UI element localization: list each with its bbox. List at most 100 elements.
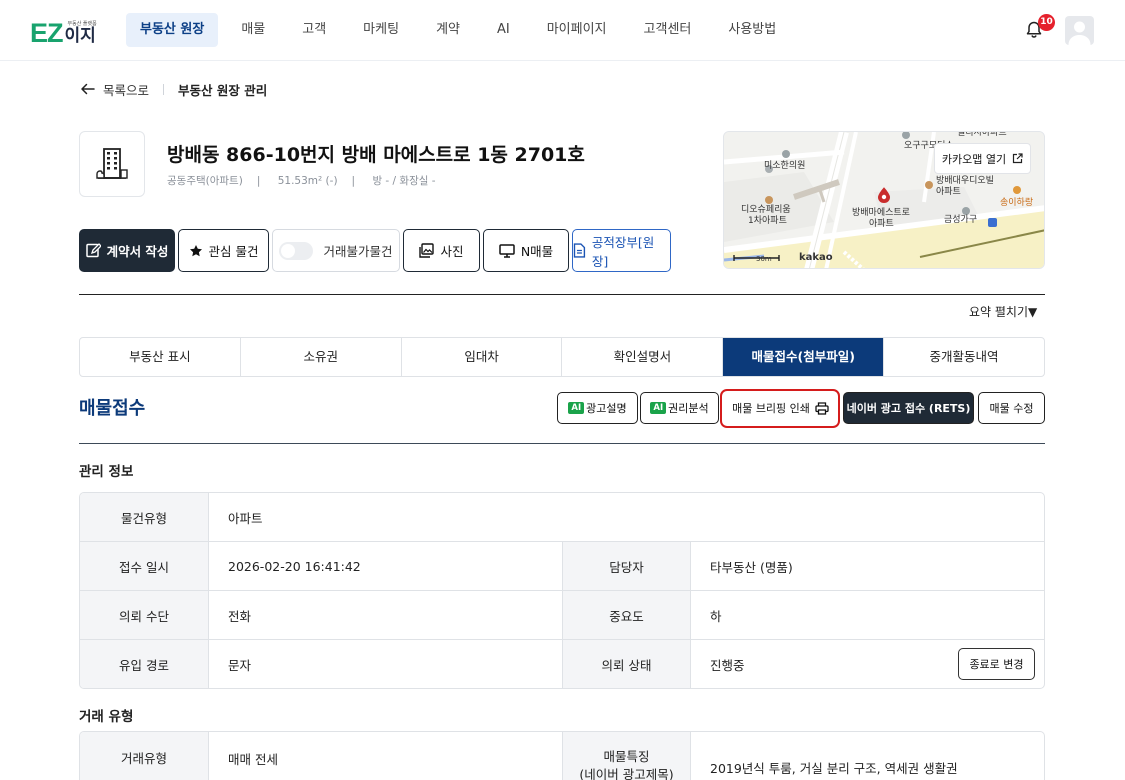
photo-label: 사진 [440,244,464,259]
breadcrumb-separator [163,83,165,95]
ai-rights-analysis-label: 권리분석 [668,402,709,415]
table-header-cell: 거래유형 [80,732,209,780]
public-ledger-label: 공적장부[원장] [591,234,655,269]
deal-type-table: 거래유형 매매 전세 매물특징 (네이버 광고제목) 2019년식 투룸, 거실… [79,731,1045,780]
section-divider [79,294,1045,295]
tab-ownership[interactable]: 소유권 [241,338,402,376]
property-title: 방배동 866-10번지 방배 마에스트로 1동 2701호 [167,144,585,166]
toggle-switch[interactable] [279,241,314,260]
status-value: 진행중 [710,658,745,673]
back-to-list-link[interactable]: 목록으로 [103,80,149,99]
monitor-icon [499,243,515,258]
building-icon [96,148,128,179]
nav-item-ledger[interactable]: 부동산 원장 [126,13,219,47]
top-navigation: EZ 부동산 플랫폼 이지 부동산 원장 매물 고객 마케팅 계약 AI 마이페… [0,0,1125,61]
table-header-cell: 중요도 [563,591,691,639]
feature-label: 매물특징 [603,749,650,764]
map-label: 방배마에스트로 [852,208,910,218]
table-cell: 타부동산 (명품) [710,559,793,575]
map-label: 필디시아파트 [957,131,1007,138]
favorite-button[interactable]: 관심 물건 [178,229,269,272]
nav-item-contracts[interactable]: 계약 [422,13,474,47]
management-info-title: 관리 정보 [79,464,134,480]
tab-confirmation[interactable]: 확인설명서 [562,338,724,376]
nav-item-mypage[interactable]: 마이페이지 [533,13,621,47]
unavailable-label: 거래불가물건 [323,244,393,259]
n-listing-label: N매물 [520,244,554,259]
table-header-cell: 물건유형 [80,493,209,541]
table-cell: 2026-02-20 16:41:42 [209,542,563,590]
nav-item-customers[interactable]: 고객 [288,13,340,47]
unavailable-toggle[interactable]: 거래불가물건 [272,229,400,272]
ai-ad-description-button[interactable]: AI 광고설명 [557,392,638,424]
user-icon [1068,21,1091,45]
n-listing-button[interactable]: N매물 [483,229,569,272]
map-label: 아파트 [936,187,961,197]
map-label: 1차아파트 [748,216,787,226]
highlight-frame [720,389,840,428]
table-cell: 하 [710,608,722,624]
tab-lease[interactable]: 임대차 [402,338,563,376]
nav-item-marketing[interactable]: 마케팅 [349,13,413,47]
breadcrumb: 목록으로 부동산 원장 관리 [80,80,267,98]
map-label: 미소한의원 [764,161,806,171]
tab-property-display[interactable]: 부동산 표시 [80,338,241,376]
section-title: 매물접수 [79,398,146,419]
status-cell: 진행중 종료로 변경 [691,640,1044,688]
ai-badge: AI [650,402,667,414]
summary-toggle[interactable]: 요약 펼치기▼ [969,303,1037,320]
edit-listing-button[interactable]: 매물 수정 [978,392,1045,424]
arrow-left-icon[interactable] [80,83,95,95]
table-cell: 전화 [209,591,563,639]
avatar[interactable] [1065,16,1094,45]
map-scale: 30m [756,255,772,263]
photo-button[interactable]: 사진 [403,229,480,272]
property-rooms: 방 - / 화장실 - [372,175,436,187]
ai-ad-description-label: 광고설명 [586,402,627,415]
table-header-cell: 매물특징 (네이버 광고제목) [563,732,691,780]
nav-item-listings[interactable]: 매물 [227,13,279,47]
logo[interactable]: EZ 부동산 플랫폼 이지 [30,17,97,48]
main-menu: 부동산 원장 매물 고객 마케팅 계약 AI 마이페이지 고객센터 사용방법 [126,13,799,47]
open-kakao-map-button[interactable]: 카카오맵 열기 [934,143,1031,174]
table-cell: 매매 전세 [209,732,563,780]
naver-ad-submit-button[interactable]: 네이버 광고 접수 (RETS) [843,392,974,424]
logo-korean: 이지 [64,26,96,45]
table-row: 접수 일시 2026-02-20 16:41:42 담당자 타부동산 (명품) [80,542,1044,591]
section-underline [79,443,1045,444]
table-header-cell: 접수 일시 [80,542,209,590]
photo-icon [419,243,435,258]
close-status-button[interactable]: 종료로 변경 [958,648,1035,680]
ai-badge: AI [568,402,585,414]
star-icon [189,244,202,256]
write-contract-button[interactable]: 계약서 작성 [79,229,175,272]
management-info-table: 물건유형 아파트 접수 일시 2026-02-20 16:41:42 담당자 타… [79,492,1045,689]
table-row: 유입 경로 문자 의뢰 상태 진행중 종료로 변경 [80,640,1044,688]
table-row: 거래유형 매매 전세 매물특징 (네이버 광고제목) 2019년식 투룸, 거실… [80,732,1044,780]
nav-item-guide[interactable]: 사용방법 [714,13,790,47]
table-header-cell: 의뢰 수단 [80,591,209,639]
property-type: 공동주택(아파트) [167,175,243,187]
public-ledger-button[interactable]: 공적장부[원장] [572,229,671,272]
building-thumbnail [79,131,145,197]
table-cell: 2019년식 투룸, 거실 분리 구조, 역세권 생활권 [710,761,958,776]
meta-separator: | [351,175,356,187]
tab-brokerage-history[interactable]: 중개활동내역 [884,338,1044,376]
map-label: 방배대우디오빌 [936,176,994,186]
meta-separator: | [256,175,261,187]
edit-document-icon [85,243,101,258]
nav-item-ai[interactable]: AI [483,13,524,47]
table-cell: 문자 [209,640,563,688]
map-label: 송이하랑 [1000,198,1034,208]
property-area: 51.53m² (-) [277,175,338,187]
deal-type-title: 거래 유형 [79,709,134,725]
table-header-cell: 유입 경로 [80,640,209,688]
table-header-cell: 담당자 [563,542,691,590]
map-label: 금성가구 [944,215,978,225]
ai-rights-analysis-button[interactable]: AI 권리분석 [640,392,719,424]
tab-listing-intake[interactable]: 매물접수(첨부파일) [723,338,885,376]
nav-item-support[interactable]: 고객센터 [630,13,706,47]
table-row: 물건유형 아파트 [80,493,1044,542]
logo-ez: EZ [30,18,64,48]
property-actions: 계약서 작성 관심 물건 거래불가물건 사진 N매물 공적장부[원장] [79,229,674,272]
